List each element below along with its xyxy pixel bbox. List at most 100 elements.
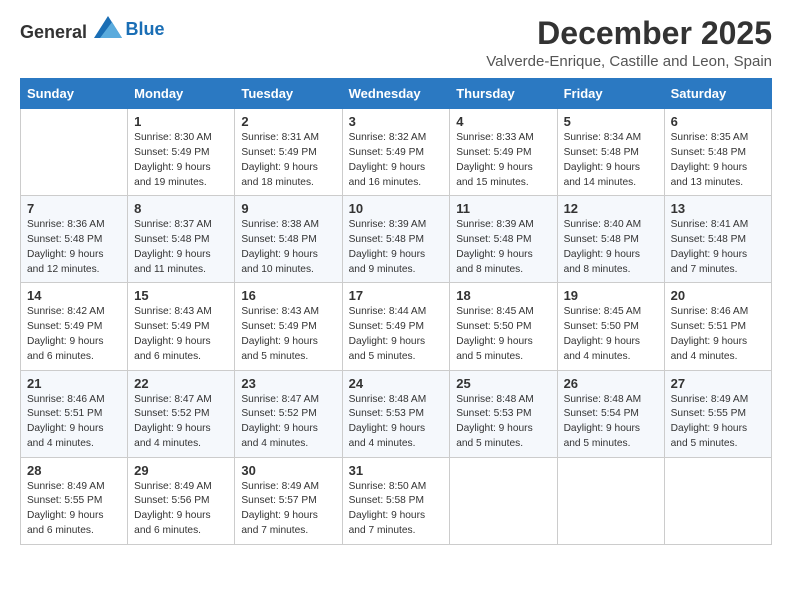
cell-details: Sunrise: 8:48 AMSunset: 5:53 PMDaylight:… [349, 393, 444, 452]
cell-details: Sunrise: 8:30 AMSunset: 5:49 PMDaylight:… [134, 131, 228, 190]
calendar-cell: 2 Sunrise: 8:31 AMSunset: 5:49 PMDaylight… [235, 109, 342, 196]
calendar-cell: 5 Sunrise: 8:34 AMSunset: 5:48 PMDaylight… [557, 109, 664, 196]
calendar-cell [450, 457, 557, 544]
calendar-cell: 8 Sunrise: 8:37 AMSunset: 5:48 PMDaylight… [128, 196, 235, 283]
day-number: 9 [241, 201, 335, 216]
cell-details: Sunrise: 8:48 AMSunset: 5:53 PMDaylight:… [456, 393, 550, 452]
calendar-cell: 17Sunrise: 8:44 AMSunset: 5:49 PMDayligh… [342, 283, 450, 370]
calendar-cell: 12 Sunrise: 8:40 AMSunset: 5:48 PMDayligh… [557, 196, 664, 283]
day-number: 22 [134, 376, 228, 391]
cell-details: Sunrise: 8:37 AMSunset: 5:48 PMDaylight:… [134, 218, 228, 277]
week-row-5: 28Sunrise: 8:49 AMSunset: 5:55 PMDayligh… [21, 457, 772, 544]
calendar-cell: 14Sunrise: 8:42 AMSunset: 5:49 PMDayligh… [21, 283, 128, 370]
cell-details: Sunrise: 8:33 AMSunset: 5:49 PMDaylight:… [456, 131, 550, 190]
day-number: 13 [671, 201, 765, 216]
week-row-2: 7Sunrise: 8:36 AMSunset: 5:48 PMDaylight… [21, 196, 772, 283]
calendar-cell: 19Sunrise: 8:45 AMSunset: 5:50 PMDayligh… [557, 283, 664, 370]
cell-details: Sunrise: 8:39 AMSunset: 5:48 PMDaylight:… [456, 218, 550, 277]
day-number: 21 [27, 376, 121, 391]
calendar-cell: 9 Sunrise: 8:38 AMSunset: 5:48 PMDaylight… [235, 196, 342, 283]
cell-details: Sunrise: 8:39 AMSunset: 5:48 PMDaylight:… [349, 218, 444, 277]
day-number: 30 [241, 463, 335, 478]
cell-details: Sunrise: 8:46 AMSunset: 5:51 PMDaylight:… [671, 305, 765, 364]
cell-details: Sunrise: 8:40 AMSunset: 5:48 PMDaylight:… [564, 218, 658, 277]
day-number: 25 [456, 376, 550, 391]
day-number: 26 [564, 376, 658, 391]
calendar-cell: 4 Sunrise: 8:33 AMSunset: 5:49 PMDaylight… [450, 109, 557, 196]
day-number: 10 [349, 201, 444, 216]
location-subtitle: Valverde-Enrique, Castille and Leon, Spa… [486, 53, 772, 70]
calendar-cell [664, 457, 771, 544]
day-number: 12 [564, 201, 658, 216]
calendar-cell: 11Sunrise: 8:39 AMSunset: 5:48 PMDayligh… [450, 196, 557, 283]
calendar-cell: 3Sunrise: 8:32 AMSunset: 5:49 PMDaylight… [342, 109, 450, 196]
cell-details: Sunrise: 8:34 AMSunset: 5:48 PMDaylight:… [564, 131, 658, 190]
cell-details: Sunrise: 8:48 AMSunset: 5:54 PMDaylight:… [564, 393, 658, 452]
cell-details: Sunrise: 8:36 AMSunset: 5:48 PMDaylight:… [27, 218, 121, 277]
week-row-4: 21 Sunrise: 8:46 AMSunset: 5:51 PMDayligh… [21, 370, 772, 457]
weekday-header-thursday: Thursday [450, 79, 557, 109]
day-number: 19 [564, 288, 658, 303]
day-number: 4 [456, 114, 550, 129]
weekday-header-wednesday: Wednesday [342, 79, 450, 109]
calendar-cell: 15Sunrise: 8:43 AMSunset: 5:49 PMDayligh… [128, 283, 235, 370]
calendar-cell: 26 Sunrise: 8:48 AMSunset: 5:54 PMDayligh… [557, 370, 664, 457]
page-header: General Blue December 2025 Valverde-Enri… [20, 16, 772, 70]
calendar-cell [21, 109, 128, 196]
cell-details: Sunrise: 8:49 AMSunset: 5:56 PMDaylight:… [134, 480, 228, 539]
cell-details: Sunrise: 8:35 AMSunset: 5:48 PMDaylight:… [671, 131, 765, 190]
calendar-cell: 27 Sunrise: 8:49 AMSunset: 5:55 PMDayligh… [664, 370, 771, 457]
calendar-table: SundayMondayTuesdayWednesdayThursdayFrid… [20, 78, 772, 545]
logo-icon [94, 16, 122, 38]
cell-details: Sunrise: 8:47 AMSunset: 5:52 PMDaylight:… [241, 393, 335, 452]
day-number: 18 [456, 288, 550, 303]
week-row-3: 14Sunrise: 8:42 AMSunset: 5:49 PMDayligh… [21, 283, 772, 370]
cell-details: Sunrise: 8:31 AMSunset: 5:49 PMDaylight:… [241, 131, 335, 190]
weekday-header-tuesday: Tuesday [235, 79, 342, 109]
cell-details: Sunrise: 8:32 AMSunset: 5:49 PMDaylight:… [349, 131, 444, 190]
calendar-cell: 13 Sunrise: 8:41 AMSunset: 5:48 PMDayligh… [664, 196, 771, 283]
day-number: 23 [241, 376, 335, 391]
calendar-cell: 31Sunrise: 8:50 AMSunset: 5:58 PMDayligh… [342, 457, 450, 544]
month-title: December 2025 [486, 16, 772, 51]
calendar-cell: 7Sunrise: 8:36 AMSunset: 5:48 PMDaylight… [21, 196, 128, 283]
cell-details: Sunrise: 8:44 AMSunset: 5:49 PMDaylight:… [349, 305, 444, 364]
calendar-cell: 25 Sunrise: 8:48 AMSunset: 5:53 PMDayligh… [450, 370, 557, 457]
day-number: 28 [27, 463, 121, 478]
calendar-cell: 6 Sunrise: 8:35 AMSunset: 5:48 PMDaylight… [664, 109, 771, 196]
calendar-cell: 29Sunrise: 8:49 AMSunset: 5:56 PMDayligh… [128, 457, 235, 544]
calendar-cell: 22 Sunrise: 8:47 AMSunset: 5:52 PMDayligh… [128, 370, 235, 457]
weekday-header-sunday: Sunday [21, 79, 128, 109]
calendar-cell: 1 Sunrise: 8:30 AMSunset: 5:49 PMDaylight… [128, 109, 235, 196]
day-number: 5 [564, 114, 658, 129]
title-area: December 2025 Valverde-Enrique, Castille… [486, 16, 772, 70]
logo-blue: Blue [126, 19, 165, 39]
cell-details: Sunrise: 8:43 AMSunset: 5:49 PMDaylight:… [241, 305, 335, 364]
weekday-header-row: SundayMondayTuesdayWednesdayThursdayFrid… [21, 79, 772, 109]
day-number: 8 [134, 201, 228, 216]
cell-details: Sunrise: 8:49 AMSunset: 5:55 PMDaylight:… [671, 393, 765, 452]
day-number: 27 [671, 376, 765, 391]
calendar-cell: 18 Sunrise: 8:45 AMSunset: 5:50 PMDayligh… [450, 283, 557, 370]
day-number: 24 [349, 376, 444, 391]
cell-details: Sunrise: 8:47 AMSunset: 5:52 PMDaylight:… [134, 393, 228, 452]
cell-details: Sunrise: 8:46 AMSunset: 5:51 PMDaylight:… [27, 393, 121, 452]
calendar-cell: 21 Sunrise: 8:46 AMSunset: 5:51 PMDayligh… [21, 370, 128, 457]
weekday-header-friday: Friday [557, 79, 664, 109]
cell-details: Sunrise: 8:45 AMSunset: 5:50 PMDaylight:… [456, 305, 550, 364]
day-number: 1 [134, 114, 228, 129]
calendar-cell: 23 Sunrise: 8:47 AMSunset: 5:52 PMDayligh… [235, 370, 342, 457]
calendar-cell [557, 457, 664, 544]
weekday-header-monday: Monday [128, 79, 235, 109]
day-number: 6 [671, 114, 765, 129]
day-number: 2 [241, 114, 335, 129]
day-number: 15 [134, 288, 228, 303]
cell-details: Sunrise: 8:49 AMSunset: 5:57 PMDaylight:… [241, 480, 335, 539]
calendar-cell: 24 Sunrise: 8:48 AMSunset: 5:53 PMDayligh… [342, 370, 450, 457]
cell-details: Sunrise: 8:41 AMSunset: 5:48 PMDaylight:… [671, 218, 765, 277]
calendar-cell: 16Sunrise: 8:43 AMSunset: 5:49 PMDayligh… [235, 283, 342, 370]
calendar-cell: 28Sunrise: 8:49 AMSunset: 5:55 PMDayligh… [21, 457, 128, 544]
cell-details: Sunrise: 8:50 AMSunset: 5:58 PMDaylight:… [349, 480, 444, 539]
cell-details: Sunrise: 8:38 AMSunset: 5:48 PMDaylight:… [241, 218, 335, 277]
calendar-cell: 20Sunrise: 8:46 AMSunset: 5:51 PMDayligh… [664, 283, 771, 370]
